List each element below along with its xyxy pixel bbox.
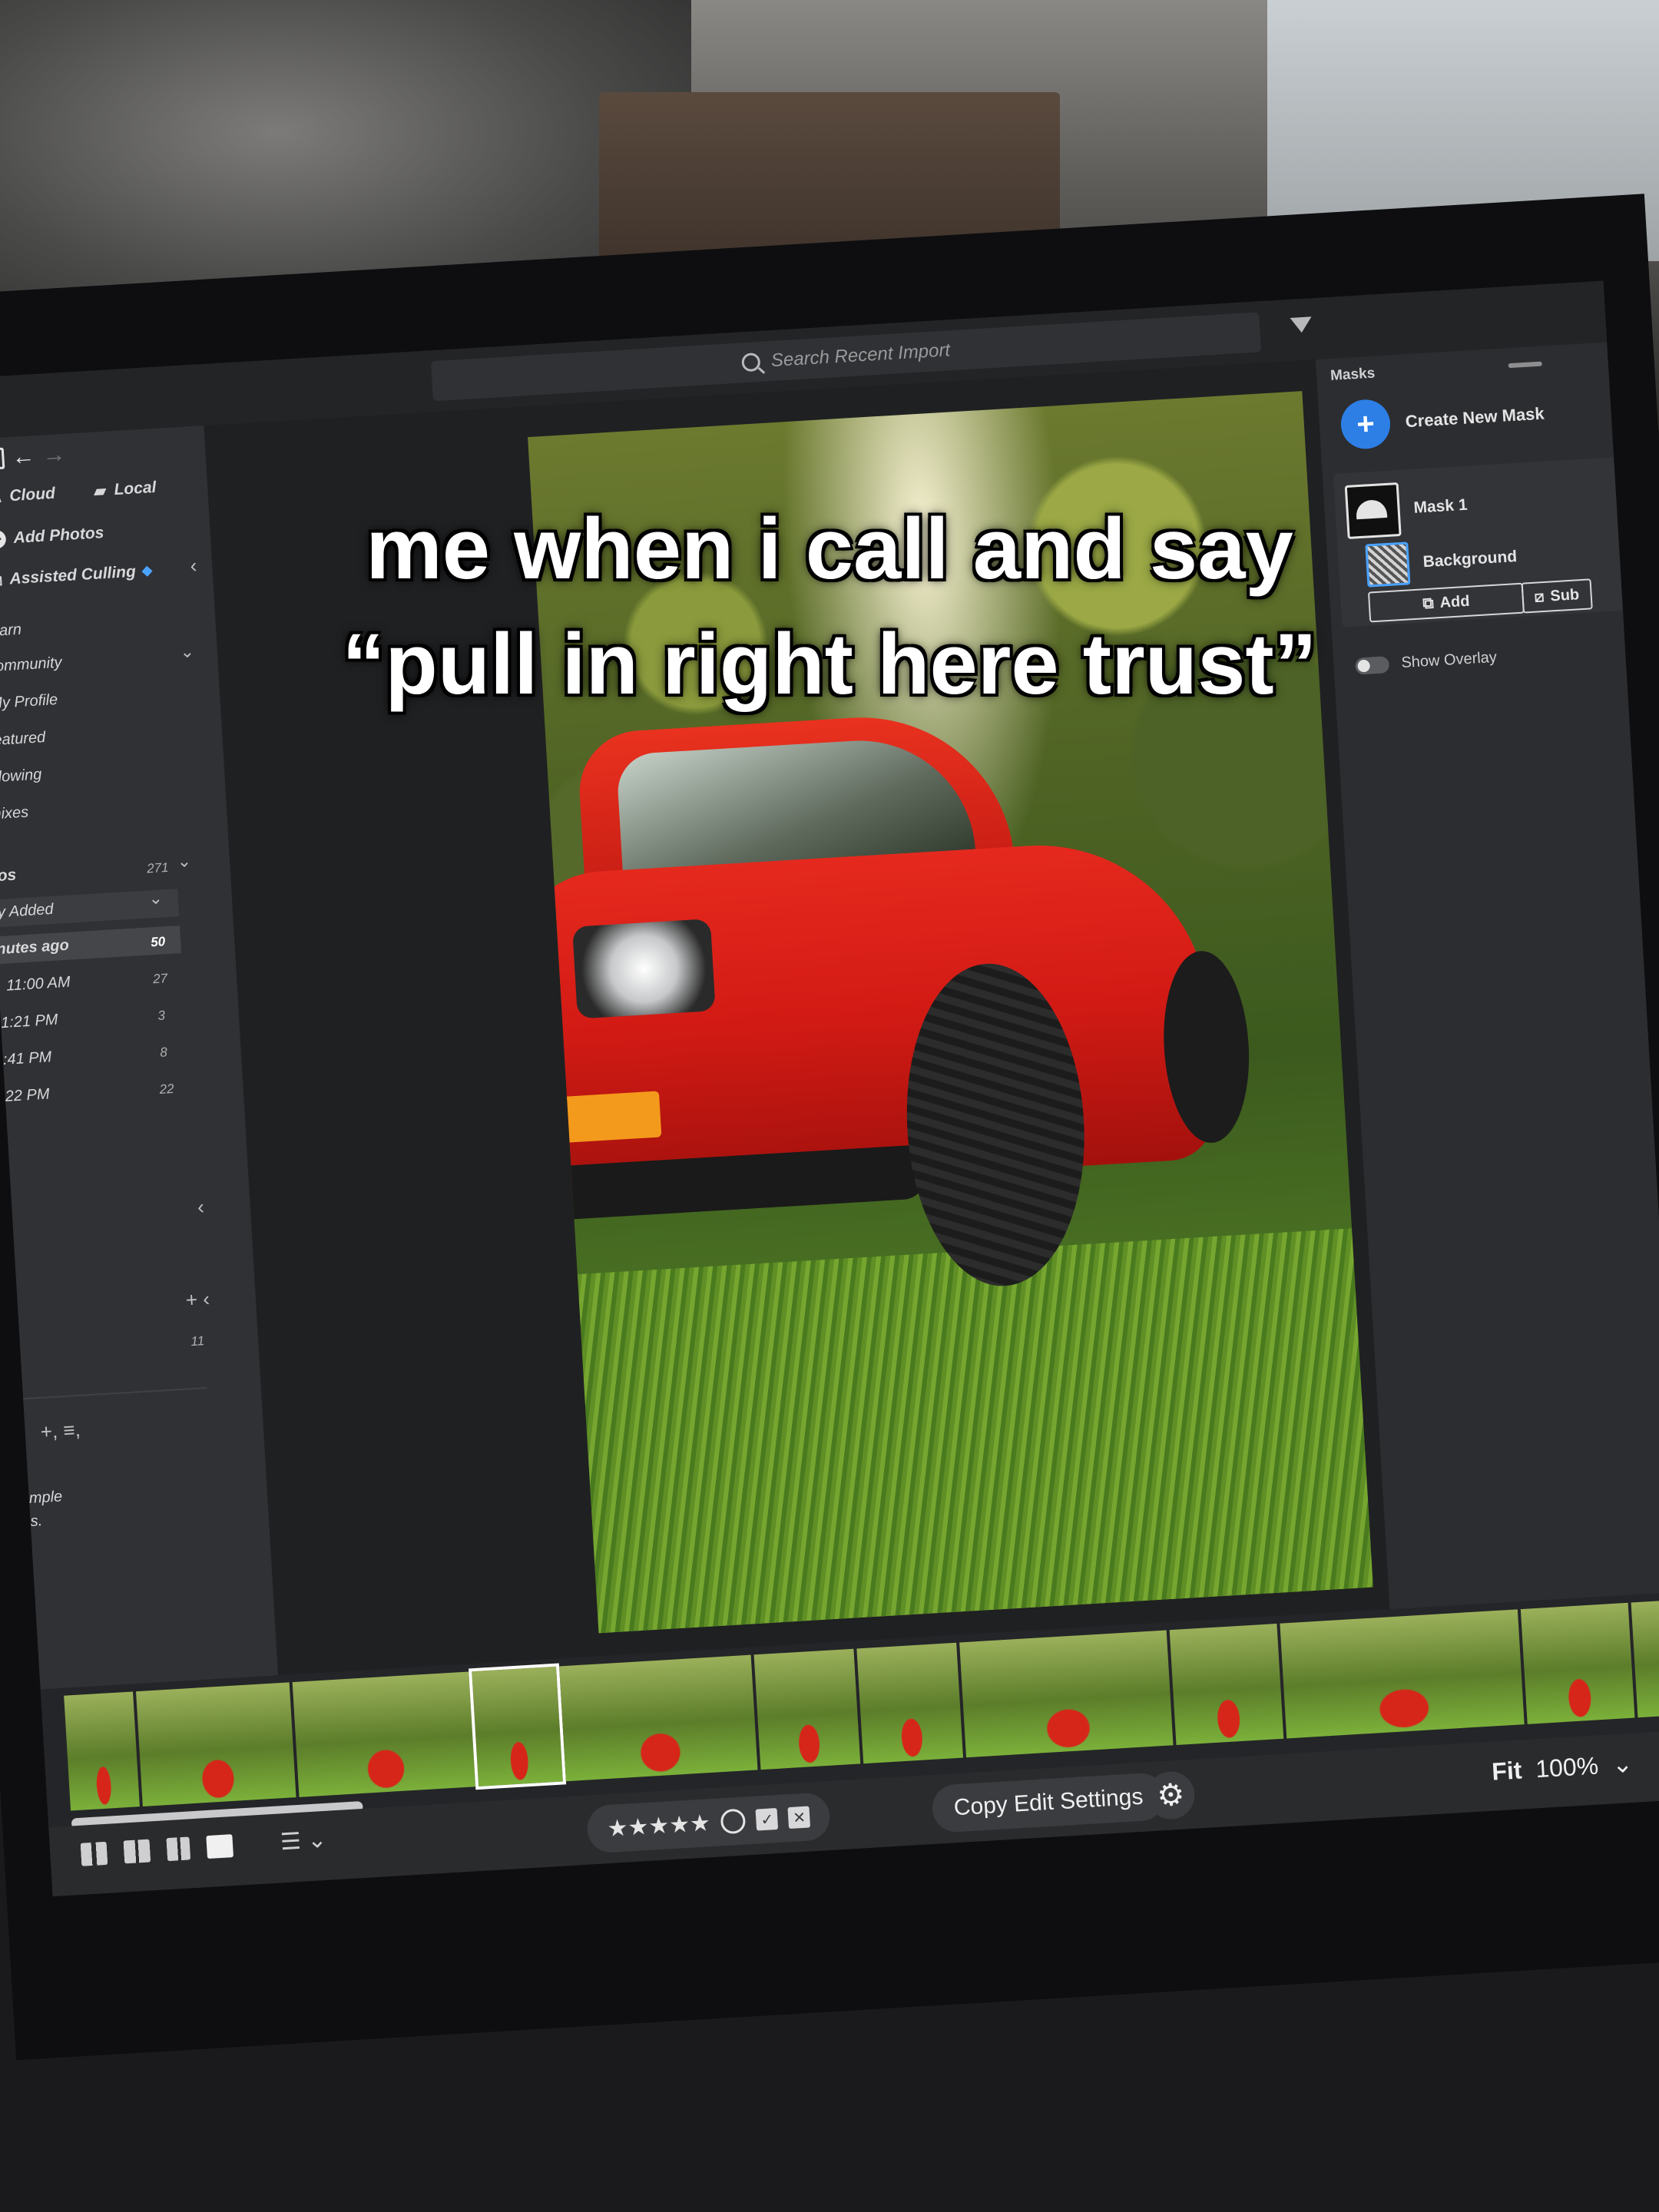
search-icon	[741, 352, 761, 373]
nav-featured[interactable]: Featured	[0, 729, 46, 750]
import-row-count: 3	[157, 1008, 166, 1023]
import-row-label: 11:00 AM	[5, 973, 71, 995]
import-row[interactable]: 22 PM	[5, 1086, 50, 1106]
zoom-chevron-icon[interactable]: ⌄	[1611, 1749, 1634, 1780]
caption-line-1: me when i call and say	[366, 501, 1293, 597]
forward-arrow-icon[interactable]: →	[41, 442, 66, 469]
search-placeholder: Search Recent Import	[770, 339, 951, 372]
section-collapse-chevron-icon[interactable]: ‹	[197, 1195, 204, 1219]
nav-featured-label: Featured	[0, 729, 46, 750]
back-arrow-icon[interactable]: ←	[11, 443, 35, 471]
albums-add-icon[interactable]: + ‹	[185, 1287, 210, 1313]
import-row-label: :41 PM	[2, 1048, 52, 1069]
import-row-label: 1:21 PM	[0, 1011, 59, 1032]
car-indicator	[536, 1091, 662, 1144]
footer-text-2: s.	[29, 1512, 43, 1530]
filmstrip-thumbnail[interactable]	[1169, 1623, 1284, 1745]
nav-remixes[interactable]: mixes	[0, 804, 29, 824]
filmstrip-thumbnail[interactable]	[1631, 1594, 1659, 1718]
albums-count: 11	[190, 1333, 205, 1349]
clear-rating-icon[interactable]	[720, 1808, 747, 1835]
view-mode-group: ☰ ⌄	[80, 1826, 327, 1868]
import-row[interactable]: 11:00 AM	[6, 974, 71, 995]
footer-text-1: mple	[28, 1488, 63, 1507]
filmstrip-thumbnail[interactable]	[468, 1663, 567, 1790]
recently-added-label: ly Added	[0, 900, 55, 922]
star-rating[interactable]: ★★★★★	[607, 1810, 711, 1843]
panel-drag-handle[interactable]	[1508, 361, 1542, 369]
reject-flag-icon[interactable]: ✕	[787, 1806, 811, 1830]
filmstrip-thumbnail[interactable]	[136, 1682, 296, 1806]
filmstrip-thumbnail[interactable]	[856, 1642, 964, 1764]
zoom-value[interactable]: 100%	[1535, 1751, 1599, 1783]
plus-icon: +	[1339, 398, 1392, 451]
import-row-count: 27	[152, 971, 168, 987]
create-new-mask-label: Create New Mask	[1405, 403, 1545, 432]
filter-icon[interactable]	[1290, 316, 1313, 333]
meme-caption: me when i call and say “pull in right he…	[0, 492, 1659, 722]
photos-section[interactable]: tos	[0, 866, 17, 886]
filmstrip-thumbnail[interactable]	[753, 1648, 861, 1770]
import-row-count: 8	[159, 1045, 168, 1060]
footer-text: mple	[28, 1488, 63, 1508]
photos-chevron-icon[interactable]: ⌄	[177, 851, 192, 872]
nav-following-label: ollowing	[0, 766, 42, 786]
grid-large-view-icon[interactable]	[123, 1839, 151, 1863]
add-sort-icons[interactable]: +, ≡,	[40, 1418, 81, 1444]
filmstrip-thumbnail[interactable]	[292, 1671, 476, 1797]
filmstrip-thumbnail[interactable]	[1520, 1602, 1635, 1724]
masks-title: Masks	[1330, 365, 1376, 384]
grid-small-view-icon[interactable]	[80, 1841, 108, 1866]
fit-button[interactable]: Fit	[1491, 1756, 1522, 1786]
create-new-mask-button[interactable]: + Create New Mask	[1339, 389, 1545, 451]
monitor-bezel: Search Recent Import ← → ☁ Cloud ▰ Local…	[0, 194, 1659, 2061]
nav-remixes-label: mixes	[0, 803, 29, 823]
photos-count: 271	[146, 859, 170, 876]
car-headlight	[571, 919, 716, 1019]
compare-view-icon[interactable]	[166, 1836, 191, 1861]
nav-following[interactable]: ollowing	[0, 766, 42, 786]
recently-added: ly Added	[0, 901, 54, 922]
single-view-icon[interactable]	[206, 1833, 234, 1859]
filmstrip-thumbnail[interactable]	[1280, 1609, 1525, 1739]
panel-nav-row: ← →	[0, 442, 66, 472]
pick-flag-icon[interactable]: ✓	[756, 1807, 779, 1831]
filmstrip-thumbnail[interactable]	[959, 1630, 1174, 1758]
recently-added-chevron-icon[interactable]: ⌄	[148, 888, 164, 909]
filmstrip-thumbnail[interactable]	[559, 1654, 758, 1782]
car-body	[528, 836, 1217, 1199]
rating-flag-pill: ★★★★★ ✓ ✕	[585, 1791, 832, 1854]
import-row-count: 50	[150, 934, 166, 950]
panel-toggle-icon[interactable]	[0, 447, 5, 471]
import-row[interactable]: :41 PM	[2, 1048, 52, 1069]
copy-edit-settings-label: Copy Edit Settings	[952, 1783, 1144, 1821]
photo-red-car	[528, 695, 1271, 1337]
caption-line-2: “pull in right here trust”	[342, 616, 1317, 712]
divider	[23, 1387, 207, 1400]
filmstrip-thumbnail[interactable]	[64, 1691, 140, 1811]
copy-edit-settings-button[interactable]: Copy Edit Settings	[931, 1772, 1167, 1833]
import-row[interactable]: 1:21 PM	[0, 1012, 58, 1032]
sort-icon[interactable]: ☰ ⌄	[280, 1826, 327, 1856]
import-row-label: 22 PM	[5, 1085, 51, 1105]
footer-text: s.	[30, 1512, 43, 1531]
photos-section-label: tos	[0, 866, 17, 886]
import-row-count: 22	[159, 1081, 175, 1097]
zoom-controls: Fit 100% ⌄	[1491, 1749, 1634, 1786]
